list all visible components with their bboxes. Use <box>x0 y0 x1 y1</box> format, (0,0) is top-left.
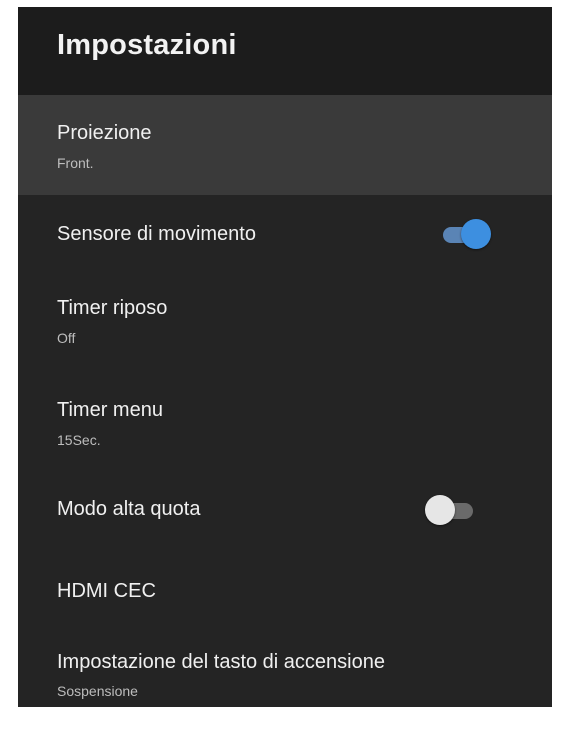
setting-label: Sensore di movimento <box>57 223 256 245</box>
setting-value: Front. <box>57 155 94 171</box>
setting-item-power-button[interactable]: Impostazione del tasto di accensione Sos… <box>18 625 552 707</box>
setting-item-motion-sensor[interactable]: Sensore di movimento <box>18 195 552 275</box>
setting-label: Timer riposo <box>57 297 168 319</box>
page-title: Impostazioni <box>57 29 237 61</box>
setting-value: Sospensione <box>57 683 138 699</box>
high-altitude-toggle[interactable] <box>425 495 479 525</box>
toggle-knob <box>425 495 455 525</box>
setting-label: Impostazione del tasto di accensione <box>57 651 385 673</box>
setting-label: Modo alta quota <box>57 498 201 520</box>
setting-item-high-altitude-mode[interactable]: Modo alta quota <box>18 475 552 555</box>
setting-value: Off <box>57 330 76 346</box>
motion-sensor-toggle[interactable] <box>437 219 491 249</box>
setting-item-menu-timer[interactable]: Timer menu 15Sec. <box>18 375 552 475</box>
settings-panel: Impostazioni Proiezione Front. Sensore d… <box>18 7 552 707</box>
setting-label: HDMI CEC <box>57 580 156 602</box>
toggle-knob <box>461 219 491 249</box>
setting-item-sleep-timer[interactable]: Timer riposo Off <box>18 275 552 375</box>
setting-item-projection[interactable]: Proiezione Front. <box>18 95 552 195</box>
setting-item-hdmi-cec[interactable]: HDMI CEC <box>18 555 552 625</box>
setting-label: Proiezione <box>57 122 152 144</box>
setting-value: 15Sec. <box>57 432 101 448</box>
settings-header: Impostazioni <box>18 7 552 95</box>
setting-label: Timer menu <box>57 399 163 421</box>
